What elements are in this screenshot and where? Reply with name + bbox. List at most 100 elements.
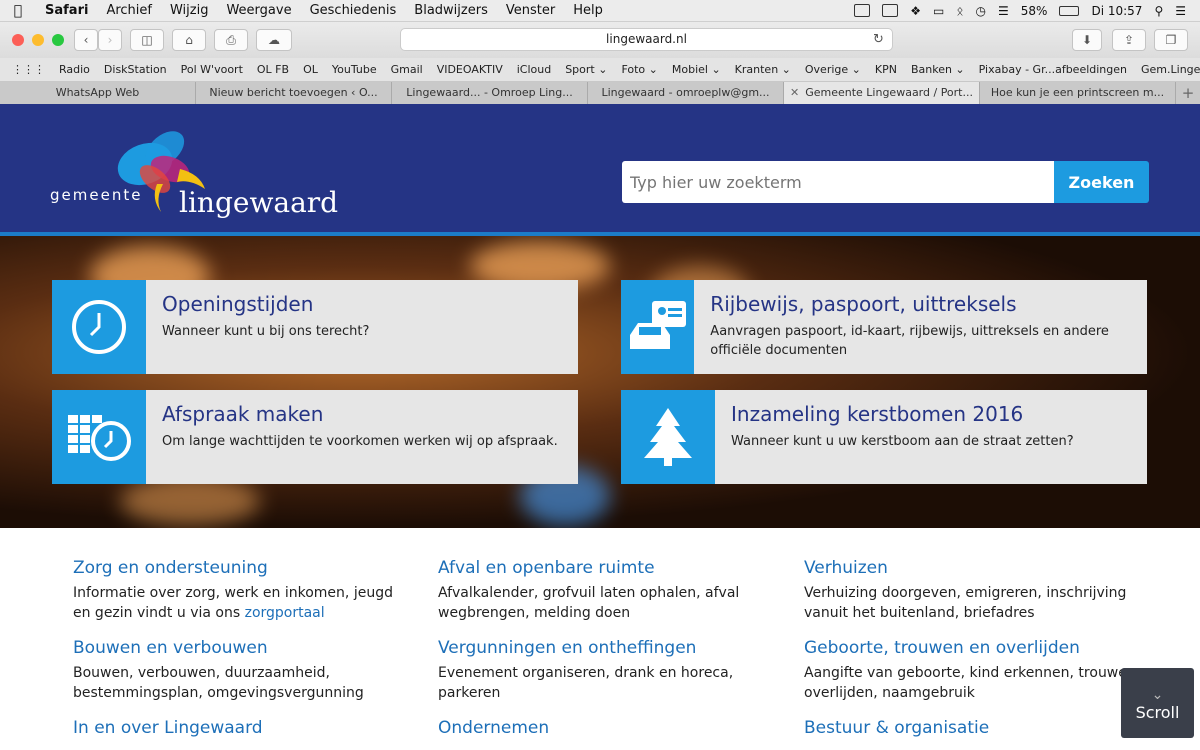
- bookmark-icloud[interactable]: iCloud: [510, 63, 558, 76]
- apple-icon[interactable]: : [0, 3, 36, 19]
- topic-zorg: Zorg en ondersteuning Informatie over zo…: [73, 558, 413, 623]
- bookmark-folder-mobiel[interactable]: Mobiel ⌄: [665, 63, 728, 76]
- wifi-icon[interactable]: ☰: [998, 4, 1009, 18]
- home-icon[interactable]: ⌂: [172, 29, 206, 51]
- bookmark-diskstation[interactable]: DiskStation: [97, 63, 174, 76]
- bluetooth-icon[interactable]: ᛟ: [956, 4, 963, 18]
- id-card-car-icon: [621, 280, 695, 374]
- topic-bestuur: Bestuur & organisatie: [804, 718, 1144, 738]
- christmas-tree-icon: [621, 390, 715, 484]
- tab-close-icon[interactable]: ✕: [790, 86, 799, 99]
- tile-title: Inzameling kerstbomen 2016: [731, 402, 1024, 426]
- notification-center-icon[interactable]: ☰: [1175, 4, 1186, 18]
- tile-inzameling-kerstbomen[interactable]: Inzameling kerstbomen 2016 Wanneer kunt …: [621, 390, 1147, 484]
- tile-desc: Wanneer kunt u bij ons terecht?: [162, 324, 370, 339]
- topic-verhuizen: Verhuizen Verhuizing doorgeven, emigrere…: [804, 558, 1144, 623]
- logo-lingewaard-text: lingewaard: [179, 186, 339, 219]
- topic-desc: Aangifte van geboorte, kind erkennen, tr…: [804, 665, 1141, 701]
- tab-gmail[interactable]: Lingewaard - omroeplw@gm...: [588, 82, 784, 104]
- tile-afspraak-maken[interactable]: Afspraak maken Om lange wachttijden te v…: [52, 390, 578, 484]
- tile-title: Openingstijden: [162, 292, 314, 316]
- airplay-icon[interactable]: ▭: [933, 4, 944, 18]
- bookmark-pol-wvoort[interactable]: Pol W'voort: [174, 63, 250, 76]
- tab-gemeente-lingewaard[interactable]: ✕ Gemeente Lingewaard / Port...: [784, 82, 980, 104]
- sidebar-icon[interactable]: ◫: [130, 29, 164, 51]
- grid-icon[interactable]: ⋮⋮⋮: [0, 63, 52, 76]
- tile-rijbewijs-paspoort[interactable]: Rijbewijs, paspoort, uittreksels Aanvrag…: [621, 280, 1147, 374]
- bookmark-folder-sport[interactable]: Sport ⌄: [558, 63, 614, 76]
- calendar-clock-icon: [52, 390, 146, 484]
- bookmark-videoaktiv[interactable]: VIDEOAKTIV: [430, 63, 510, 76]
- tabs-overview-icon[interactable]: ❐: [1154, 29, 1188, 51]
- address-bar[interactable]: lingewaard.nl: [400, 28, 893, 51]
- menu-archief[interactable]: Archief: [97, 3, 161, 18]
- zoom-window-button[interactable]: [52, 34, 64, 46]
- menu-geschiedenis[interactable]: Geschiedenis: [301, 3, 406, 18]
- menu-wijzig[interactable]: Wijzig: [161, 3, 217, 18]
- share-icon[interactable]: ⇪: [1112, 29, 1146, 51]
- tile-title: Rijbewijs, paspoort, uittreksels: [710, 292, 1017, 316]
- search-button[interactable]: Zoeken: [1054, 161, 1149, 203]
- tile-title: Afspraak maken: [162, 402, 324, 426]
- tab-whatsapp[interactable]: WhatsApp Web: [0, 82, 196, 104]
- battery-icon[interactable]: [1059, 5, 1080, 16]
- hero-banner: Openingstijden Wanneer kunt u bij ons te…: [0, 236, 1200, 528]
- menu-weergave[interactable]: Weergave: [217, 3, 300, 18]
- bookmark-gmail[interactable]: Gmail: [384, 63, 430, 76]
- chevron-down-icon: ⌄: [1151, 687, 1164, 703]
- battery-percent[interactable]: 58%: [1021, 4, 1048, 18]
- app-tray-icon[interactable]: [854, 4, 871, 17]
- topic-title[interactable]: Verhuizen: [804, 558, 1144, 578]
- minimize-window-button[interactable]: [32, 34, 44, 46]
- bookmark-radio[interactable]: Radio: [52, 63, 97, 76]
- bookmarks-bar: ⋮⋮⋮ Radio DiskStation Pol W'voort OL FB …: [0, 58, 1200, 82]
- menu-venster[interactable]: Venster: [497, 3, 564, 18]
- tab-bar: WhatsApp Web Nieuw bericht toevoegen ‹ O…: [0, 82, 1200, 104]
- bookmark-kpn[interactable]: KPN: [868, 63, 904, 76]
- dropbox-icon[interactable]: ❖: [910, 4, 921, 18]
- scroll-button[interactable]: ⌄ Scroll: [1121, 668, 1194, 738]
- tab-printscreen[interactable]: Hoe kun je een printscreen m...: [980, 82, 1176, 104]
- forward-button[interactable]: ›: [98, 29, 122, 51]
- tile-openingstijden[interactable]: Openingstijden Wanneer kunt u bij ons te…: [52, 280, 578, 374]
- menu-help[interactable]: Help: [564, 3, 612, 18]
- window-controls: [0, 34, 74, 46]
- topic-title[interactable]: Bouwen en verbouwen: [73, 638, 413, 658]
- topic-title[interactable]: Vergunningen en ontheffingen: [438, 638, 778, 658]
- bookmark-folder-kranten[interactable]: Kranten ⌄: [728, 63, 798, 76]
- bookmark-youtube[interactable]: YouTube: [325, 63, 384, 76]
- zorgportaal-link[interactable]: zorgportaal: [245, 605, 325, 621]
- bookmark-folder-banken[interactable]: Banken ⌄: [904, 63, 972, 76]
- bookmark-pixabay[interactable]: Pixabay - Gr...afbeeldingen: [972, 63, 1134, 76]
- topic-title[interactable]: Bestuur & organisatie: [804, 718, 1144, 738]
- cloud-icon[interactable]: ☁: [256, 29, 292, 51]
- bookmark-folder-overige[interactable]: Overige ⌄: [798, 63, 868, 76]
- bookmark-gem-lingewaard[interactable]: Gem.Lingewaard: [1134, 63, 1200, 76]
- time-machine-icon[interactable]: ◷: [976, 4, 986, 18]
- display-tray-icon[interactable]: [882, 4, 899, 17]
- bookmark-folder-foto[interactable]: Foto ⌄: [614, 63, 664, 76]
- topic-title[interactable]: Zorg en ondersteuning: [73, 558, 413, 578]
- tab-nieuw-bericht[interactable]: Nieuw bericht toevoegen ‹ O...: [196, 82, 392, 104]
- bookmark-ol[interactable]: OL: [296, 63, 325, 76]
- tile-desc: Om lange wachttijden te voorkomen werken…: [162, 434, 558, 449]
- menu-safari[interactable]: Safari: [36, 3, 97, 18]
- topic-desc: Bouwen, verbouwen, duurzaamheid, bestemm…: [73, 665, 364, 701]
- downloads-icon[interactable]: ⬇: [1072, 29, 1102, 51]
- search-input[interactable]: [622, 161, 1054, 203]
- tab-omroep-lingewaard[interactable]: Lingewaard... - Omroep Ling...: [392, 82, 588, 104]
- topic-desc: Evenement organiseren, drank en horeca, …: [438, 665, 734, 701]
- close-window-button[interactable]: [12, 34, 24, 46]
- menu-bladwijzers[interactable]: Bladwijzers: [405, 3, 497, 18]
- topic-title[interactable]: Geboorte, trouwen en overlijden: [804, 638, 1144, 658]
- clock[interactable]: Di 10:57: [1091, 4, 1142, 18]
- back-button[interactable]: ‹: [74, 29, 98, 51]
- topic-title[interactable]: Ondernemen: [438, 718, 778, 738]
- new-tab-button[interactable]: +: [1176, 82, 1200, 104]
- spotlight-icon[interactable]: ⚲: [1154, 4, 1163, 18]
- reload-icon[interactable]: ↻: [873, 32, 884, 47]
- topic-title[interactable]: In en over Lingewaard: [73, 718, 413, 738]
- topic-title[interactable]: Afval en openbare ruimte: [438, 558, 778, 578]
- bookmark-ol-fb[interactable]: OL FB: [250, 63, 296, 76]
- print-icon[interactable]: ⎙: [214, 29, 248, 51]
